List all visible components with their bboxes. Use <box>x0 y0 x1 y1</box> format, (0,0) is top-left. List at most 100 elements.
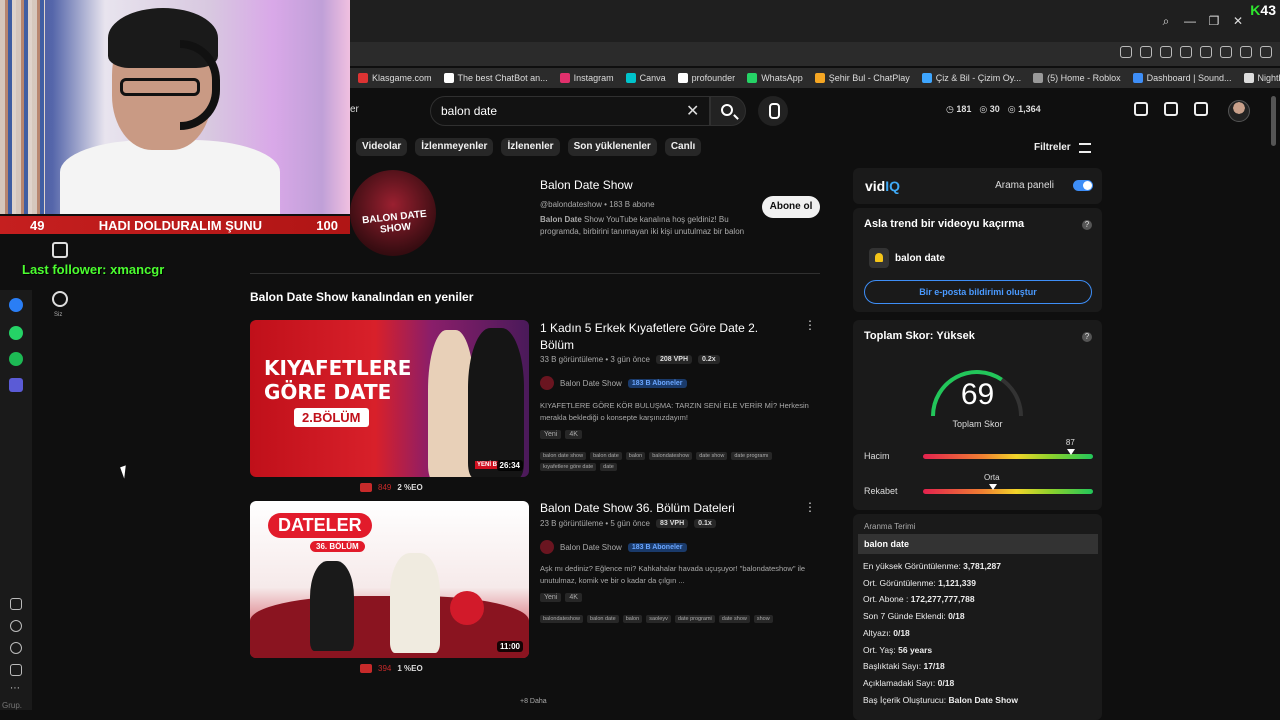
bookmark-item[interactable]: Dashboard | Sound... <box>1132 73 1232 83</box>
search-icon[interactable]: ⌕ <box>1154 14 1178 29</box>
help-icon[interactable]: ? <box>1082 332 1092 342</box>
bookmark-item[interactable]: Çiz & Bil - Çizim Oy... <box>921 73 1021 83</box>
filter-chip[interactable]: İzlenenler <box>501 138 560 156</box>
minimize-icon[interactable]: — <box>1178 14 1202 28</box>
video-tag[interactable]: saoleyv <box>646 615 671 623</box>
keyword-stat-row: Altyazı: 0/18 <box>863 627 910 638</box>
video-tag[interactable]: date <box>600 463 617 471</box>
channel-name[interactable]: Balon Date Show <box>540 178 633 192</box>
video-duration: 11:00 <box>496 641 523 652</box>
video-badges: Yeni 4K <box>540 593 582 602</box>
goal-text: HADI DOLDURALIM ŞUNU <box>98 217 262 233</box>
filters-button[interactable]: Filtreler <box>1034 142 1091 153</box>
filter-chip[interactable]: Videolar <box>356 138 408 156</box>
video-tag[interactable]: date show <box>696 452 728 460</box>
video-tag[interactable]: date show <box>718 615 750 623</box>
more-vert-icon[interactable]: ⋮ <box>804 318 816 332</box>
competition-value: Orta <box>984 473 1000 482</box>
filter-left-label[interactable]: er <box>350 104 359 115</box>
filter-chip[interactable]: Son yüklenenler <box>567 138 657 156</box>
subscribe-button[interactable]: Abone ol <box>762 196 820 218</box>
video-tag[interactable]: balon <box>625 452 646 460</box>
profile-icon[interactable] <box>1260 46 1272 58</box>
video-tag[interactable]: date programı <box>731 452 772 460</box>
video-tag[interactable]: balon <box>622 615 643 623</box>
video-tag[interactable]: balon date show <box>540 452 587 460</box>
download-icon[interactable] <box>1220 46 1232 58</box>
thumb-title-line: DATELER <box>268 513 372 538</box>
bookmark-item[interactable]: Klasgame.com <box>358 73 432 83</box>
bookmark-icon <box>814 73 825 83</box>
bookmark-item[interactable]: Nightbot - Dashboa... <box>1243 73 1280 83</box>
bookmark-item[interactable]: Instagram <box>559 73 614 83</box>
filter-chip[interactable]: İzlenmeyenler <box>415 138 494 156</box>
thumb-person <box>310 561 354 651</box>
you-icon[interactable] <box>52 291 68 307</box>
close-icon[interactable]: ✕ <box>1226 14 1250 28</box>
bookmark-item[interactable]: Şehir Bul - ChatPlay <box>814 73 910 83</box>
create-icon[interactable] <box>1134 102 1148 116</box>
extension-icon[interactable] <box>1140 46 1152 58</box>
youtube-icon <box>360 664 372 673</box>
bookmark-item[interactable]: (5) Home - Roblox <box>1033 73 1121 83</box>
menu-icon[interactable] <box>1240 46 1252 58</box>
video-tag[interactable]: kıyafetlere göre date <box>540 463 597 471</box>
search-panel-toggle[interactable] <box>1073 180 1093 191</box>
subscriptions-icon[interactable] <box>52 242 68 258</box>
video-thumbnail[interactable]: KIYAFETLERE GÖRE DATE 2.BÖLÜM YENİ B 26:… <box>250 320 529 477</box>
video-title[interactable]: 1 Kadın 5 Erkek Kıyafetlere Göre Date 2.… <box>540 320 760 354</box>
more-vert-icon[interactable]: ⋮ <box>804 500 816 514</box>
restore-icon[interactable]: ❐ <box>1202 14 1226 28</box>
apps-icon[interactable] <box>10 598 22 610</box>
video-tag[interactable]: balon date <box>590 452 622 460</box>
help-icon[interactable]: ? <box>1082 220 1092 230</box>
messenger-icon[interactable] <box>9 298 23 312</box>
video-tag[interactable]: balon date <box>587 615 619 623</box>
history-icon[interactable] <box>10 642 22 654</box>
bookmark-item[interactable]: profounder <box>677 73 735 83</box>
video-channel[interactable]: Balon Date Show 183 B Aboneler <box>540 376 687 390</box>
competition-marker <box>989 484 997 490</box>
upload-icon[interactable] <box>1164 102 1178 116</box>
scrollbar[interactable] <box>1271 96 1276 146</box>
video-tag[interactable]: balondateshow <box>540 615 584 623</box>
bookmark-icon <box>1243 73 1254 83</box>
extension-icon[interactable] <box>1120 46 1132 58</box>
voice-search-button[interactable] <box>758 96 788 126</box>
video-tag[interactable]: balondateshow <box>649 452 693 460</box>
bookmark-label: WhatsApp <box>761 73 803 83</box>
thumb-corner-label: YENİ B <box>474 461 499 469</box>
bookmark-item[interactable]: The best ChatBot an... <box>443 73 548 83</box>
more-icon[interactable]: ⋯ <box>10 683 20 694</box>
whatsapp-icon[interactable] <box>9 326 23 340</box>
extension-icon[interactable] <box>1180 46 1192 58</box>
create-email-alert-button[interactable]: Bir e-posta bildirimi oluştur <box>864 280 1092 304</box>
heart-icon[interactable] <box>10 620 22 632</box>
filter-chip[interactable]: Canlı <box>664 138 702 156</box>
box-icon[interactable] <box>10 664 22 676</box>
thumb-person <box>390 553 440 653</box>
corner-badge: K43 <box>1250 2 1276 18</box>
video-title[interactable]: Balon Date Show 36. Bölüm Dateleri <box>540 500 760 517</box>
video-tag[interactable]: date programi <box>674 615 715 623</box>
search-input[interactable]: balon date <box>430 96 710 126</box>
webcam-overlay <box>0 0 350 214</box>
bookmark-item[interactable]: WhatsApp <box>747 73 803 83</box>
video-thumbnail[interactable]: DATELER 36. BÖLÜM 11:00 <box>250 501 529 658</box>
more-results-link[interactable]: +8 Daha <box>520 698 547 705</box>
clear-search-icon[interactable]: ✕ <box>686 101 699 121</box>
notifications-icon[interactable] <box>1194 102 1208 116</box>
account-avatar[interactable] <box>1228 100 1250 122</box>
video-channel[interactable]: Balon Date Show 183 B Aboneler <box>540 540 687 554</box>
bookmark-item[interactable]: Canva <box>625 73 666 83</box>
search-term-header: Aranma Terimi <box>864 522 916 531</box>
header-action-icons <box>1134 102 1208 116</box>
extension-icon[interactable] <box>1160 46 1172 58</box>
spotify-icon[interactable] <box>9 352 23 366</box>
video-tag[interactable]: show <box>753 615 773 623</box>
stat-views: ◷ 181 <box>946 104 972 114</box>
heart-icon[interactable] <box>1200 46 1212 58</box>
search-button[interactable] <box>710 96 746 126</box>
app-icon[interactable] <box>9 378 23 392</box>
keyword-stat-row: Ort. Abone : 172,277,777,788 <box>863 594 975 605</box>
